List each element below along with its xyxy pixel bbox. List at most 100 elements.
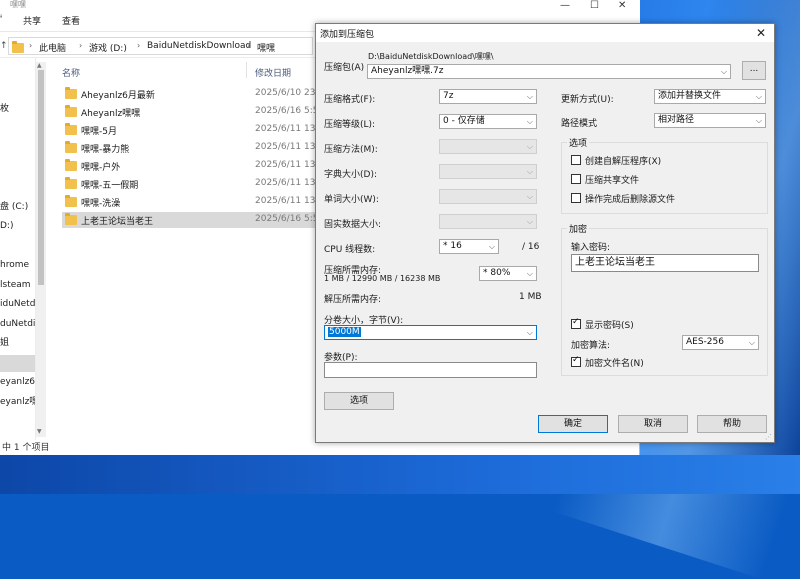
sidebar-item[interactable] xyxy=(0,238,35,255)
breadcrumb-this-pc[interactable]: 此电脑 xyxy=(39,41,66,54)
address-bar[interactable]: › 此电脑 › 游戏 (D:) › BaiduNetdiskDownload ›… xyxy=(8,37,313,55)
level-combo[interactable]: 0 - 仅存储 ⌵ xyxy=(439,114,537,129)
ribbon-home-partial[interactable]: ᶤ xyxy=(0,14,2,24)
sidebar-item[interactable]: D:) xyxy=(0,218,35,235)
chevron-right-icon: › xyxy=(79,41,83,50)
scrollbar-thumb[interactable] xyxy=(38,70,44,285)
word-combo[interactable]: ⌵ xyxy=(439,189,537,204)
file-row[interactable]: 嘿嘿-户外 2025/6/11 13: xyxy=(62,158,319,174)
sidebar-item[interactable]: lsteam xyxy=(0,277,35,294)
breadcrumb-current[interactable]: 嘿嘿 xyxy=(257,41,275,54)
shared-files-checkbox[interactable]: 压缩共享文件 xyxy=(571,173,751,186)
volume-size-combo[interactable]: 5000M ⌵ xyxy=(324,325,537,340)
sidebar-item[interactable] xyxy=(0,140,35,157)
dialog-title: 添加到压缩包 xyxy=(320,30,375,40)
mem-usage-combo[interactable]: * 80% ⌵ xyxy=(479,266,537,281)
browse-button[interactable]: ... xyxy=(742,61,766,80)
chevron-down-icon: ⌵ xyxy=(720,67,727,76)
dict-label: 字典大小(D): xyxy=(324,170,377,180)
show-password-checkbox[interactable]: 显示密码(S) xyxy=(571,317,691,331)
sidebar-item[interactable]: iduNetdisk xyxy=(0,296,35,313)
archive-label: 压缩包(A) xyxy=(324,63,365,73)
tab-view[interactable]: 查看 xyxy=(62,14,80,27)
file-date: 2025/6/11 13: xyxy=(255,124,319,134)
help-button[interactable]: 帮助 xyxy=(697,415,767,433)
file-row[interactable]: 嘿嘿-五一假期 2025/6/11 13: xyxy=(62,176,319,192)
sidebar-item[interactable] xyxy=(0,121,35,138)
scroll-down-icon[interactable]: ▼ xyxy=(37,428,42,435)
tab-share[interactable]: 共享 xyxy=(23,14,41,27)
folder-icon xyxy=(65,105,77,117)
archive-path: D:\BaiduNetdiskDownload\嘿嘿\ xyxy=(368,52,494,61)
encrypt-names-checkbox[interactable]: 加密文件名(N) xyxy=(571,355,691,369)
folder-icon xyxy=(12,41,24,53)
sidebar-item[interactable]: 盘 (C:) xyxy=(0,199,35,216)
path-mode-combo[interactable]: 相对路径 ⌵ xyxy=(654,113,766,128)
encryption-group-title: 加密 xyxy=(567,222,590,235)
format-combo[interactable]: 7z ⌵ xyxy=(439,89,537,104)
column-date[interactable]: 修改日期 xyxy=(255,66,291,79)
options-button[interactable]: 选项 xyxy=(324,392,394,410)
file-row[interactable]: 上老王论坛当老王 2025/6/16 5:5 xyxy=(62,212,319,228)
resize-grip-icon[interactable]: ⋰ xyxy=(765,433,772,441)
file-name: 嘿嘿-暴力熊 xyxy=(81,145,130,155)
file-row[interactable]: 嘿嘿-5月 2025/6/11 13: xyxy=(62,122,319,138)
status-bar: 中 1 个项目 xyxy=(0,441,315,455)
close-icon[interactable]: ✕ xyxy=(750,25,772,41)
sidebar-item[interactable]: eyanlz6月 xyxy=(0,374,35,391)
update-mode-combo[interactable]: 添加并替换文件 ⌵ xyxy=(654,89,766,104)
update-label: 更新方式(U): xyxy=(561,95,614,105)
sidebar-item[interactable]: 枚 xyxy=(0,101,35,118)
file-row[interactable]: 嘿嘿-洗澡 2025/6/11 13: xyxy=(62,194,319,210)
level-label: 压缩等级(L): xyxy=(324,120,376,130)
navigation-pane: 枚盘 (C:) D:) hrome lsteam iduNetdisk duNetdisk… xyxy=(0,58,36,440)
sidebar-item[interactable]: hrome xyxy=(0,257,35,274)
decomp-label: 解压所需内存: xyxy=(324,295,382,305)
add-to-archive-dialog: 添加到压缩包 ✕ 压缩包(A) D:\BaiduNetdiskDownload\… xyxy=(315,23,775,443)
sidebar-item[interactable]: 姐 xyxy=(0,335,35,352)
method-combo[interactable]: ⌵ xyxy=(439,139,537,154)
sidebar-item[interactable] xyxy=(0,179,35,196)
solid-combo[interactable]: ⌵ xyxy=(439,214,537,229)
breadcrumb-baidu[interactable]: BaiduNetdiskDownload xyxy=(147,41,251,51)
scroll-up-icon[interactable]: ▲ xyxy=(37,62,42,69)
dict-combo[interactable]: ⌵ xyxy=(439,164,537,179)
nav-scrollbar[interactable]: ▲ ▼ xyxy=(36,62,46,437)
file-row[interactable]: Aheyanlz6月最新 2025/6/10 23: xyxy=(62,86,319,102)
encryption-method-label: 加密算法: xyxy=(571,341,611,351)
file-name: 嘿嘿-洗澡 xyxy=(81,199,121,209)
sfx-checkbox[interactable]: 创建自解压程序(X) xyxy=(571,154,751,167)
folder-icon xyxy=(65,177,77,189)
cpu-max: / 16 xyxy=(522,242,540,252)
ok-button[interactable]: 确定 xyxy=(538,415,608,433)
format-label: 压缩格式(F): xyxy=(324,95,376,105)
encryption-method-combo[interactable]: AES-256 ⌵ xyxy=(682,335,759,350)
sidebar-item[interactable] xyxy=(0,354,35,372)
sidebar-item[interactable] xyxy=(0,413,35,430)
sidebar-item[interactable] xyxy=(0,160,35,177)
column-name[interactable]: 名称 xyxy=(62,66,80,79)
up-arrow-icon[interactable]: ↑ xyxy=(0,41,8,51)
word-label: 单词大小(W): xyxy=(324,195,379,205)
file-name: 上老王论坛当老王 xyxy=(81,217,154,227)
cancel-button[interactable]: 取消 xyxy=(618,415,688,433)
solid-label: 固实数据大小: xyxy=(324,220,382,230)
breadcrumb-drive-d[interactable]: 游戏 (D:) xyxy=(89,41,127,54)
file-date: 2025/6/16 5:5 xyxy=(255,106,319,116)
file-list: 名称 修改日期 Aheyanlz6月最新 2025/6/10 23: Aheyanl… xyxy=(50,60,319,440)
sidebar-item[interactable]: eyanlz嘿 xyxy=(0,394,35,411)
folder-icon xyxy=(65,159,77,171)
delete-after-checkbox[interactable]: 操作完成后删除源文件 xyxy=(571,192,751,205)
file-row[interactable]: 嘿嘿-暴力熊 2025/6/11 13: xyxy=(62,140,319,156)
archive-name-combo[interactable]: Aheyanlz嘿嘿.7z ⌵ xyxy=(367,64,731,79)
cpu-threads-combo[interactable]: * 16 ⌵ xyxy=(439,239,499,254)
sidebar-item[interactable]: duNetdisk xyxy=(0,316,35,333)
explorer-title: 嘿嘿 xyxy=(0,0,640,10)
file-row[interactable]: Aheyanlz嘿嘿 2025/6/16 5:5 xyxy=(62,104,319,120)
sidebar-item[interactable] xyxy=(0,82,35,99)
params-input[interactable] xyxy=(324,362,537,378)
file-date: 2025/6/16 5:5 xyxy=(255,214,319,224)
password-input[interactable]: 上老王论坛当老王 xyxy=(571,254,759,272)
sidebar-item[interactable] xyxy=(0,62,35,79)
dialog-titlebar: 添加到压缩包 ✕ xyxy=(316,24,774,42)
